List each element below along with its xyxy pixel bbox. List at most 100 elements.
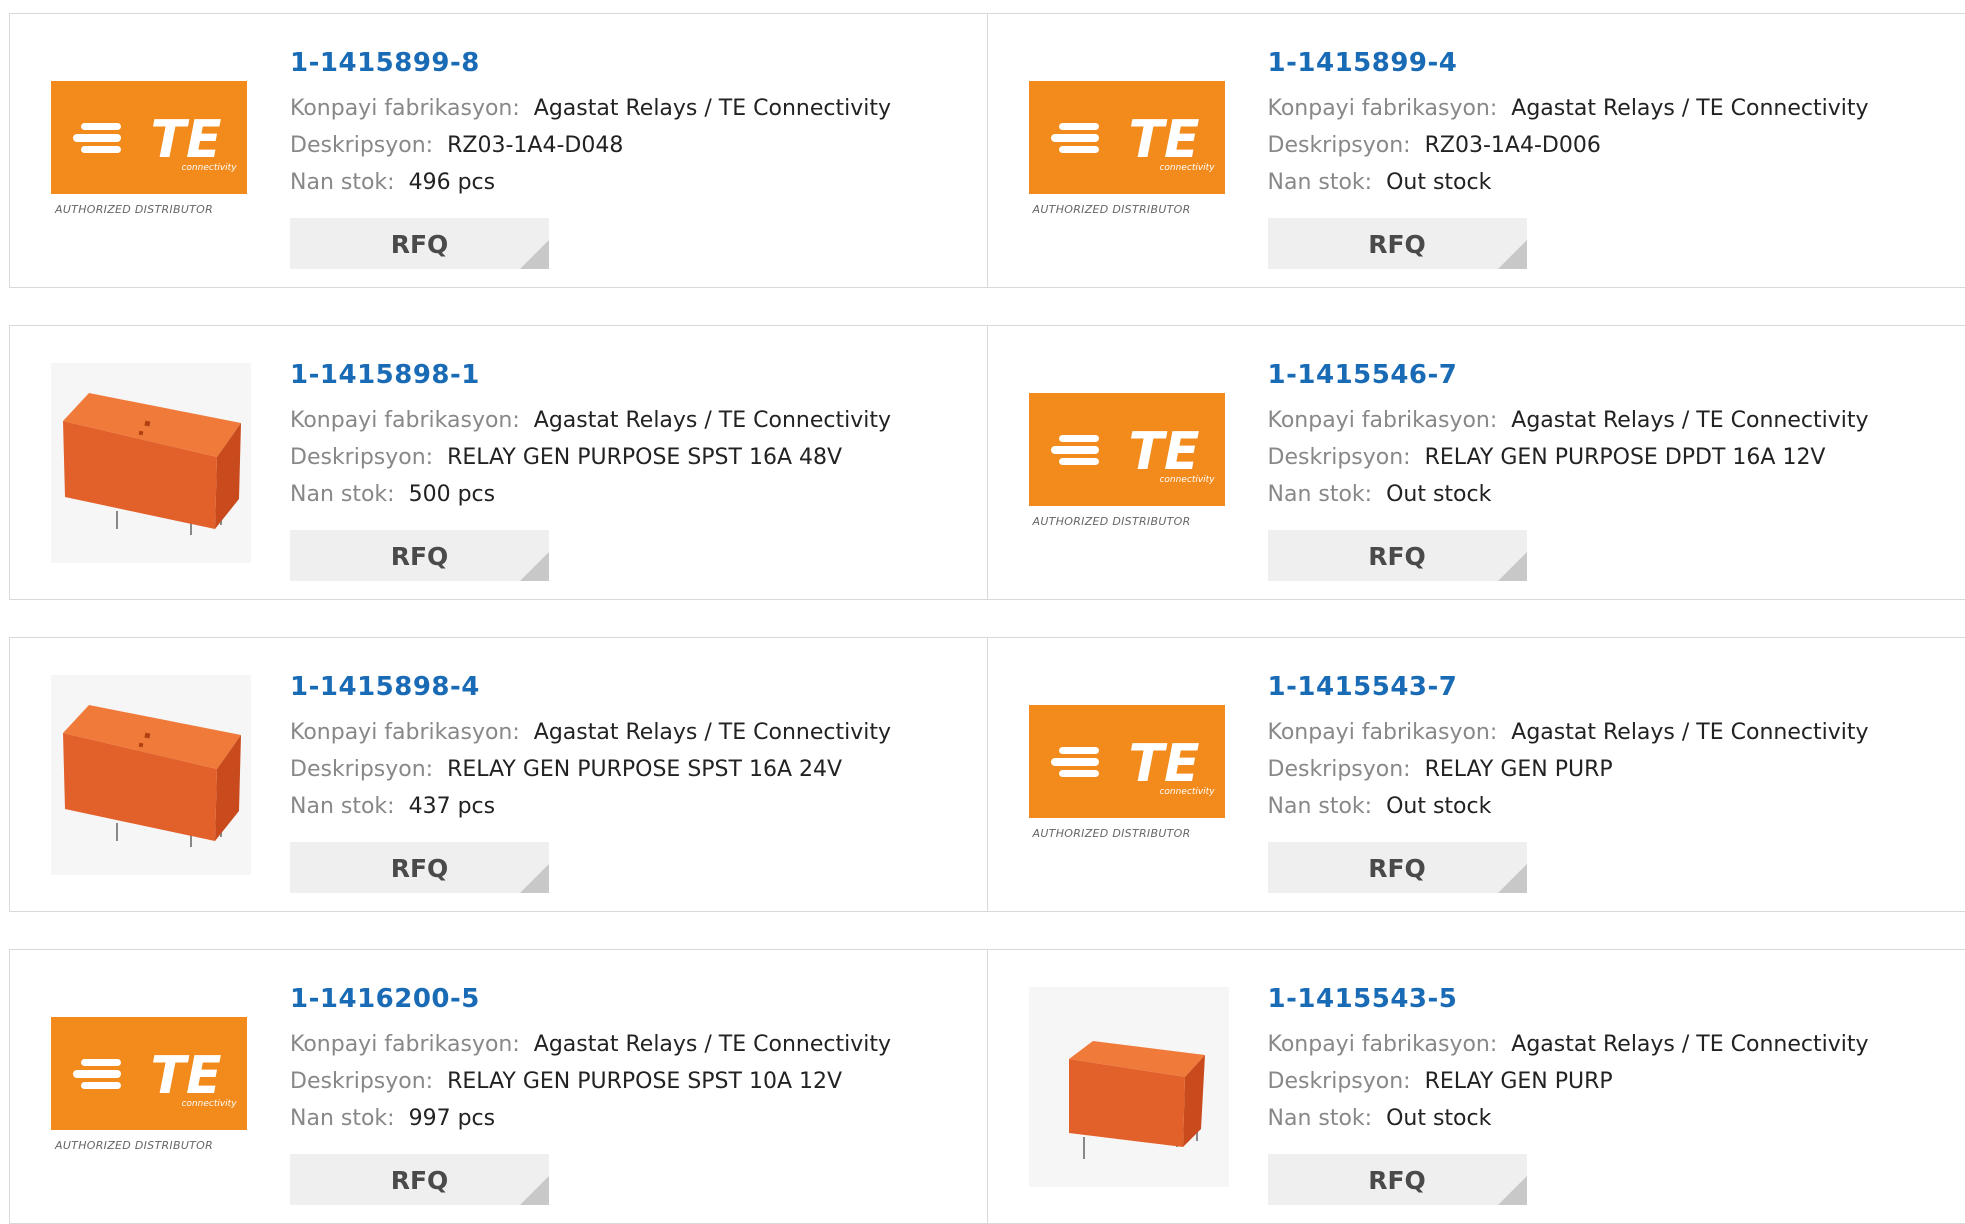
stock-label: Nan stok: xyxy=(1268,170,1373,195)
rfq-button[interactable]: RFQ xyxy=(290,218,549,269)
stock-label: Nan stok: xyxy=(290,794,395,819)
description-label: Deskripsyon: xyxy=(290,445,433,470)
part-number-link[interactable]: 1-1415543-5 xyxy=(1268,984,1458,1014)
product-card: TE connectivity AUTHORIZED DISTRIBUTOR 1… xyxy=(10,14,988,287)
part-number-link[interactable]: 1-1415546-7 xyxy=(1268,360,1458,390)
te-logo-box: TE connectivity xyxy=(51,1017,247,1130)
part-number-link[interactable]: 1-1416200-5 xyxy=(290,984,480,1014)
authorized-distributor-text: AUTHORIZED DISTRIBUTOR xyxy=(1033,515,1191,528)
manufacturer-line: Konpayi fabrikasyon: Agastat Relays / TE … xyxy=(290,1032,891,1057)
part-number-link[interactable]: 1-1415898-4 xyxy=(290,672,480,702)
description-line: Deskripsyon:RZ03-1A4-D006 xyxy=(1268,133,1601,158)
stock-value: 997 pcs xyxy=(409,1106,496,1131)
manufacturer-value: Agastat Relays / TE Connectivity xyxy=(1511,1032,1868,1057)
part-number-link[interactable]: 1-1415899-8 xyxy=(290,48,480,78)
corner-triangle-icon xyxy=(520,240,549,269)
manufacturer-label: Konpayi fabrikasyon: xyxy=(290,1032,520,1057)
manufacturer-value: Agastat Relays / TE Connectivity xyxy=(534,408,891,433)
rfq-label: RFQ xyxy=(1268,542,1527,571)
product-card: TE connectivity AUTHORIZED DISTRIBUTOR 1… xyxy=(988,638,1965,911)
stock-line: Nan stok: 437 pcs xyxy=(290,794,495,819)
rfq-button[interactable]: RFQ xyxy=(290,842,549,893)
stock-line: Nan stok: 997 pcs xyxy=(290,1106,495,1131)
te-logo-box: TE connectivity xyxy=(51,81,247,194)
stock-line: Nan stok: Out stock xyxy=(1268,1106,1492,1131)
description-label: Deskripsyon: xyxy=(1268,1069,1411,1094)
description-line: Deskripsyon:RELAY GEN PURPOSE SPST 16A 2… xyxy=(290,757,842,782)
corner-triangle-icon xyxy=(1498,240,1527,269)
stock-value: 437 pcs xyxy=(409,794,496,819)
manufacturer-line: Konpayi fabrikasyon:Agastat Relays / TE … xyxy=(1268,720,1869,745)
rfq-button[interactable]: RFQ xyxy=(290,530,549,581)
product-thumbnail[interactable] xyxy=(1029,987,1229,1187)
stock-line: Nan stok:Out stock xyxy=(1268,794,1492,819)
manufacturer-line: Konpayi fabrikasyon:Agastat Relays / TE … xyxy=(290,96,891,121)
manufacturer-value: Agastat Relays / TE Connectivity xyxy=(534,96,891,121)
stock-label: Nan stok: xyxy=(1268,1106,1373,1131)
description-line: Deskripsyon: RELAY GEN PURPOSE DPDT 16A 1… xyxy=(1268,445,1826,470)
stock-value: 500 pcs xyxy=(409,482,496,507)
rfq-button[interactable]: RFQ xyxy=(1268,1154,1527,1205)
product-card: TE connectivity AUTHORIZED DISTRIBUTOR 1… xyxy=(988,14,1965,287)
te-logo-box: TE connectivity xyxy=(1029,393,1225,506)
te-tagline: connectivity xyxy=(1159,787,1215,797)
corner-triangle-icon xyxy=(1498,1176,1527,1205)
description-value: RZ03-1A4-D006 xyxy=(1425,133,1601,158)
manufacturer-line: Konpayi fabrikasyon:Agastat Relays / TE … xyxy=(290,720,891,745)
te-tagline: connectivity xyxy=(181,163,237,173)
product-thumbnail[interactable]: TE connectivity AUTHORIZED DISTRIBUTOR xyxy=(1029,675,1229,875)
stock-label: Nan stok: xyxy=(290,1106,395,1131)
rfq-button[interactable]: RFQ xyxy=(1268,530,1527,581)
product-thumbnail[interactable]: TE connectivity AUTHORIZED DISTRIBUTOR xyxy=(51,987,251,1187)
description-label: Deskripsyon: xyxy=(1268,445,1411,470)
description-value: RELAY GEN PURPOSE DPDT 16A 12V xyxy=(1425,445,1826,470)
te-connectivity-logo: TE connectivity AUTHORIZED DISTRIBUTOR xyxy=(51,987,251,1187)
corner-triangle-icon xyxy=(520,864,549,893)
product-thumbnail[interactable] xyxy=(51,675,251,875)
te-tagline: connectivity xyxy=(1159,163,1215,173)
stock-value: Out stock xyxy=(1386,794,1491,819)
te-wordmark: TE xyxy=(151,110,222,170)
rfq-button[interactable]: RFQ xyxy=(1268,218,1527,269)
product-row: 1-1415898-4 Konpayi fabrikasyon:Agastat R… xyxy=(9,637,1965,912)
manufacturer-value: Agastat Relays / TE Connectivity xyxy=(1511,408,1868,433)
description-value: RELAY GEN PURPOSE SPST 16A 48V xyxy=(447,445,842,470)
rfq-label: RFQ xyxy=(1268,230,1527,259)
description-label: Deskripsyon: xyxy=(290,1069,433,1094)
rfq-button[interactable]: RFQ xyxy=(1268,842,1527,893)
manufacturer-line: Konpayi fabrikasyon:Agastat Relays / TE … xyxy=(1268,1032,1869,1057)
te-wordmark: TE xyxy=(151,1046,222,1106)
manufacturer-label: Konpayi fabrikasyon: xyxy=(290,408,520,433)
product-thumbnail[interactable]: TE connectivity AUTHORIZED DISTRIBUTOR xyxy=(51,51,251,251)
description-value: RELAY GEN PURPOSE SPST 10A 12V xyxy=(447,1069,842,1094)
part-number-link[interactable]: 1-1415543-7 xyxy=(1268,672,1458,702)
stock-label: Nan stok: xyxy=(1268,482,1373,507)
description-value: RZ03-1A4-D048 xyxy=(447,133,623,158)
te-wordmark: TE xyxy=(1128,110,1199,170)
relay-product-photo xyxy=(51,363,251,567)
stock-value: Out stock xyxy=(1386,482,1491,507)
corner-triangle-icon xyxy=(1498,864,1527,893)
te-connectivity-logo: TE connectivity AUTHORIZED DISTRIBUTOR xyxy=(51,51,251,251)
manufacturer-line: Konpayi fabrikasyon: Agastat Relays / TE … xyxy=(290,408,891,433)
manufacturer-value: Agastat Relays / TE Connectivity xyxy=(534,1032,891,1057)
te-connectivity-logo: TE connectivity AUTHORIZED DISTRIBUTOR xyxy=(1029,675,1229,875)
product-card: 1-1415898-1 Konpayi fabrikasyon: Agastat R… xyxy=(10,326,988,599)
product-thumbnail[interactable]: TE connectivity AUTHORIZED DISTRIBUTOR xyxy=(1029,363,1229,563)
product-row: TE connectivity AUTHORIZED DISTRIBUTOR 1… xyxy=(9,949,1965,1224)
product-thumbnail[interactable] xyxy=(51,363,251,563)
manufacturer-label: Konpayi fabrikasyon: xyxy=(1268,720,1498,745)
manufacturer-label: Konpayi fabrikasyon: xyxy=(290,720,520,745)
stock-value: Out stock xyxy=(1386,1106,1491,1131)
part-number-link[interactable]: 1-1415898-1 xyxy=(290,360,480,390)
description-line: Deskripsyon: RELAY GEN PURPOSE SPST 16A 4… xyxy=(290,445,842,470)
stock-value: 496 pcs xyxy=(409,170,496,195)
description-line: Deskripsyon:RELAY GEN PURP xyxy=(1268,1069,1613,1094)
authorized-distributor-text: AUTHORIZED DISTRIBUTOR xyxy=(55,203,213,216)
te-tagline: connectivity xyxy=(181,1099,237,1109)
product-thumbnail[interactable]: TE connectivity AUTHORIZED DISTRIBUTOR xyxy=(1029,51,1229,251)
part-number-link[interactable]: 1-1415899-4 xyxy=(1268,48,1458,78)
rfq-button[interactable]: RFQ xyxy=(290,1154,549,1205)
description-value: RELAY GEN PURPOSE SPST 16A 24V xyxy=(447,757,842,782)
rfq-label: RFQ xyxy=(1268,1166,1527,1195)
